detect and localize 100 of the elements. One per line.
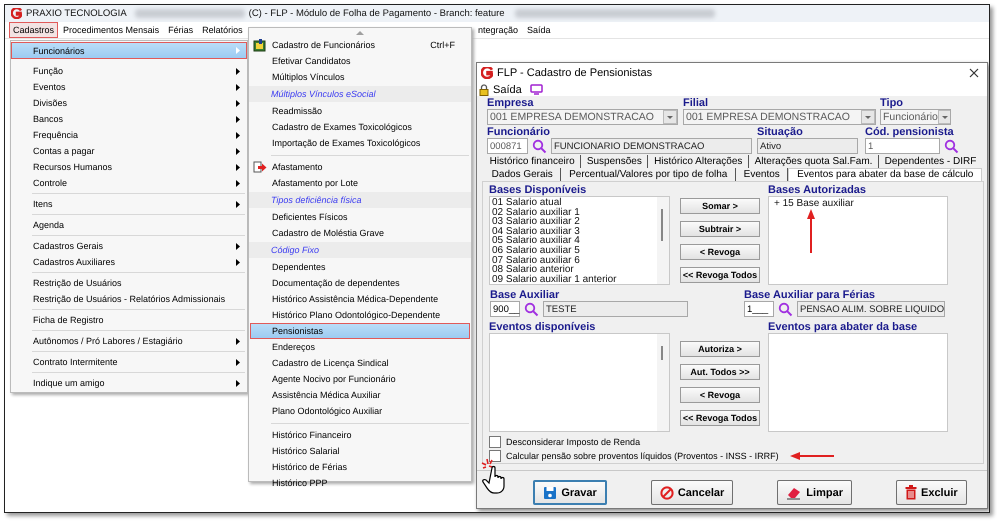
action-button[interactable]: << Revoga Todos: [680, 410, 760, 426]
list-item[interactable]: 04 Salario auxiliar 3: [492, 226, 655, 236]
menu-item[interactable]: Histórico de Férias: [250, 459, 470, 475]
menu-item[interactable]: Efetivar Candidatos: [250, 53, 470, 69]
list-item[interactable]: 06 Salario auxiliar 5: [492, 246, 655, 256]
menu-item[interactable]: Contrato Intermitente: [11, 354, 247, 370]
menu-item[interactable]: Readmissão: [250, 103, 470, 119]
menu-item[interactable]: Importação de Exames Toxicológicos: [250, 135, 470, 151]
menu-item[interactable]: Restrição de Usuários - Relatórios Admissionais: [11, 291, 247, 307]
menu-item[interactable]: ntegração: [474, 22, 522, 38]
code-field[interactable]: 1: [865, 138, 940, 154]
exit-button[interactable]: Saída: [493, 84, 522, 96]
menu-section-header: Múltiplos Vínculos eSocial: [249, 86, 471, 102]
action-button[interactable]: Autoriza >: [680, 341, 760, 357]
menu-item[interactable]: Cadastros Gerais: [11, 238, 247, 254]
dropdown-field[interactable]: Funcionário: [880, 109, 951, 125]
menu-item[interactable]: Cadastros: [9, 22, 58, 38]
menu-item[interactable]: Histórico Financeiro: [250, 427, 470, 443]
tab[interactable]: Dependentes - DIRF: [879, 155, 982, 168]
list-box[interactable]: 01 Salario atual 02 Salario auxiliar 1 03 Salario auxiliar 2 04 Salario auxiliar 3 05 Salario auxiliar 4 06 Salario auxiliar 5 07 Salario auxiliar 6 08 Salario anterior 09 Salario auxiliar 1 anterior: [489, 196, 670, 285]
list-item[interactable]: 02 Salario auxiliar 1: [492, 208, 655, 218]
clear-button[interactable]: Limpar: [777, 480, 852, 505]
cancel-button[interactable]: Cancelar: [650, 480, 734, 505]
action-button[interactable]: << Revoga Todos: [680, 267, 760, 283]
menu-item[interactable]: Deficientes Físicos: [250, 209, 470, 225]
action-button[interactable]: Aut. Todos >>: [680, 364, 760, 380]
menu-item[interactable]: Recursos Humanos: [11, 159, 247, 175]
menu-item[interactable]: Saída: [523, 22, 555, 38]
action-button[interactable]: Subtrair >: [680, 221, 760, 237]
field-label: Empresa: [487, 97, 534, 109]
search-icon[interactable]: [778, 302, 793, 316]
menu-item[interactable]: Cadastro de Moléstia Grave: [250, 225, 470, 241]
menu-item[interactable]: Frequência: [11, 127, 247, 143]
menu-item[interactable]: Controle: [11, 175, 247, 191]
menu-item[interactable]: Assistência Médica Auxiliar: [250, 387, 470, 403]
menu-item[interactable]: Pensionistas: [250, 323, 470, 339]
scrollbar[interactable]: [657, 334, 669, 431]
menu-item[interactable]: Função: [11, 63, 247, 79]
menu-item[interactable]: Histórico Assistência Médica-Dependente: [250, 291, 470, 307]
menu-item[interactable]: Endereços: [250, 339, 470, 355]
delete-button[interactable]: Excluir: [896, 480, 967, 505]
code-field[interactable]: 1___: [744, 301, 774, 317]
menu-item[interactable]: Dependentes: [250, 259, 470, 275]
menu-item[interactable]: Cadastros Auxiliares: [11, 254, 247, 270]
tab[interactable]: Histórico financeiro: [484, 155, 582, 168]
menu-item[interactable]: Afastamento por Lote: [250, 175, 470, 191]
menu-item[interactable]: Procedimentos Mensais: [59, 22, 164, 38]
menu-item[interactable]: Cadastro de Licença Sindical: [250, 355, 470, 371]
menu-item[interactable]: Histórico Salarial: [250, 443, 470, 459]
tab[interactable]: Histórico Alterações: [648, 155, 750, 168]
list-item[interactable]: 09 Salario auxiliar 1 anterior: [492, 274, 655, 284]
list-box[interactable]: + 15 Base auxiliar: [768, 196, 948, 285]
scroll-up-icon[interactable]: [356, 30, 364, 34]
menu-item[interactable]: Bancos: [11, 111, 247, 127]
menu-item[interactable]: Eventos: [11, 79, 247, 95]
menu-item[interactable]: Agente Nocivo por Funcionário: [250, 371, 470, 387]
list-item[interactable]: + 15 Base auxiliar: [771, 198, 945, 209]
menu-item[interactable]: Indique um amigo: [11, 375, 247, 391]
menu-item[interactable]: Restrição de Usuários: [11, 275, 247, 291]
menu-item[interactable]: Cadastro de Funcionários Ctrl+F: [250, 37, 470, 53]
menu-item[interactable]: Cadastro de Exames Toxicológicos: [250, 119, 470, 135]
dropdown-field[interactable]: 001 EMPRESA DEMONSTRACAO: [683, 109, 876, 125]
action-button[interactable]: Somar >: [680, 198, 760, 214]
scrollbar[interactable]: [657, 197, 669, 284]
menu-item[interactable]: Afastamento: [250, 159, 470, 175]
save-button[interactable]: Gravar: [533, 480, 607, 505]
monitor-icon[interactable]: [530, 84, 543, 95]
list-item[interactable]: 08 Salario anterior: [492, 265, 655, 275]
search-icon[interactable]: [532, 138, 547, 154]
tab[interactable]: Suspensões: [581, 155, 648, 168]
menu-item[interactable]: Relatórios: [198, 22, 247, 38]
code-field[interactable]: 000871: [487, 138, 528, 154]
menu-item[interactable]: Plano Odontológico Auxiliar: [250, 403, 470, 419]
menu-item[interactable]: Múltiplos Vínculos: [250, 69, 470, 85]
checkbox[interactable]: [489, 436, 501, 448]
menu-item[interactable]: Histórico PPP: [250, 475, 470, 491]
lock-icon[interactable]: [479, 84, 489, 96]
menu-item[interactable]: Funcionários: [11, 42, 247, 59]
menu-item[interactable]: Ficha de Registro: [11, 312, 247, 328]
action-button[interactable]: < Revoga: [680, 387, 760, 403]
list-item[interactable]: 05 Salario auxiliar 4: [492, 236, 655, 246]
menu-item[interactable]: Contas a pagar: [11, 143, 247, 159]
menu-item[interactable]: Itens: [11, 196, 247, 212]
menu-item[interactable]: Autônomos / Pró Labores / Estagiário: [11, 333, 247, 349]
action-button[interactable]: < Revoga: [680, 244, 760, 260]
menu-item[interactable]: Divisões: [11, 95, 247, 111]
search-icon[interactable]: [944, 138, 959, 154]
menu-item[interactable]: Agenda: [11, 217, 247, 233]
dropdown-field[interactable]: 001 EMPRESA DEMONSTRACAO: [487, 109, 678, 125]
code-field[interactable]: 900__: [490, 301, 520, 317]
list-item[interactable]: 01 Salario atual: [492, 198, 655, 208]
checkbox[interactable]: [489, 450, 501, 462]
menu-item[interactable]: Férias: [164, 22, 198, 38]
tab[interactable]: Eventos para abater da base de cálculo: [788, 168, 982, 181]
menu-item[interactable]: Histórico Plano Odontológico-Dependente: [250, 307, 470, 323]
menu-item[interactable]: Documentação de dependentes: [250, 275, 470, 291]
close-icon[interactable]: [969, 68, 979, 78]
search-icon[interactable]: [524, 302, 539, 316]
list-item[interactable]: 07 Salario auxiliar 6: [492, 256, 655, 266]
list-item[interactable]: 03 Salario auxiliar 2: [492, 217, 655, 227]
